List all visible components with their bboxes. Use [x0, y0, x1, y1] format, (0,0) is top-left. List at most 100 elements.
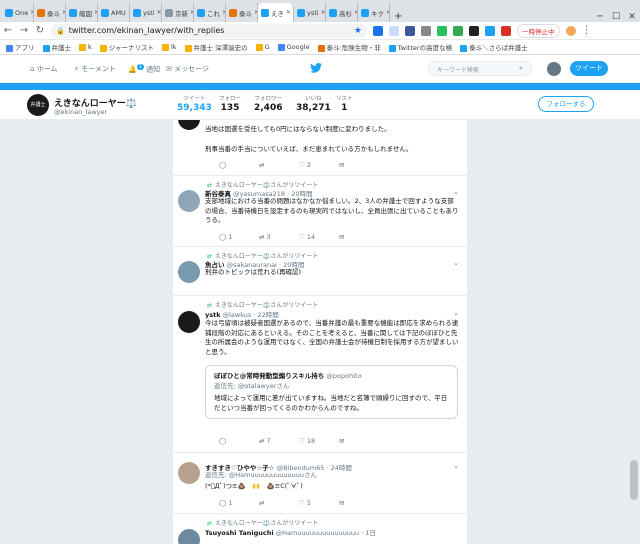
bookmark-item[interactable]: 弁護士 [42, 42, 71, 52]
address-bar[interactable]: 🔒 twitter.com/ekinan_lawyer/with_replies… [51, 23, 367, 38]
menu-icon[interactable]: ⋮ [582, 25, 592, 36]
browser-tab[interactable]: キク✕ [358, 3, 390, 22]
browser-tab-active[interactable]: えき ✕ [258, 3, 294, 22]
bookmark-item[interactable]: Twitterの高度な検 [388, 42, 452, 52]
bookmark-item[interactable]: G [255, 43, 270, 51]
browser-tab[interactable]: 泰斗✕ [34, 3, 66, 22]
tweet-item[interactable]: 当地は国選を受任しても0円にはならない制度に変わりました。 刑事当番の手当につい… [173, 120, 467, 176]
chevron-down-icon[interactable]: ⌄ [453, 462, 459, 470]
browser-tab[interactable]: ysti ✕ [294, 3, 326, 22]
browser-tab[interactable]: ysti ✕ [130, 3, 162, 22]
window-close-icon[interactable]: ✕ [624, 12, 640, 22]
like-icon[interactable]: ♡ 18 [299, 437, 339, 445]
extension-icon[interactable] [373, 25, 383, 36]
bookmark-item[interactable]: 泰斗:危険生物・非 [317, 42, 381, 52]
like-icon[interactable]: ♡ 5 [299, 499, 339, 507]
browser-tab[interactable]: 泰斗✕ [226, 3, 258, 22]
like-icon[interactable]: ♡ 2 [299, 161, 339, 169]
bookmark-item[interactable]: k [79, 43, 92, 51]
like-icon[interactable]: ♡ 14 [299, 233, 339, 241]
scrollbar-thumb[interactable] [630, 460, 638, 500]
avatar[interactable] [178, 529, 200, 544]
browser-tab[interactable]: AMU✕ [98, 3, 130, 22]
facebook-icon[interactable] [405, 25, 415, 36]
sync-paused-button[interactable]: 一時停止中 [517, 23, 560, 38]
extension-icon[interactable] [453, 25, 463, 36]
stat-tweets[interactable]: ツイート 59,343 [177, 94, 212, 113]
forward-icon[interactable]: → [19, 25, 29, 36]
nav-moments[interactable]: ⚡ モーメント [74, 64, 116, 74]
nav-notifications[interactable]: 🔔 1 通知 [128, 64, 160, 74]
extension-icon[interactable] [485, 25, 495, 36]
search-icon[interactable]: ⌕ [519, 64, 523, 73]
browser-tab[interactable]: これ✕ [194, 3, 226, 22]
bookmark-item[interactable]: アプリ [6, 42, 35, 52]
tweet-item[interactable]: ⇄ えきなんローヤー⚖️さんがリツイート ystk @lawkus · 22時間 … [173, 297, 467, 453]
close-icon[interactable]: ✕ [157, 9, 161, 16]
minimize-icon[interactable]: ─ [592, 12, 608, 22]
dm-icon[interactable]: ✉ [339, 499, 379, 507]
profile-avatar-icon[interactable] [565, 25, 576, 36]
new-tab-button[interactable]: + [390, 11, 406, 22]
back-icon[interactable]: ← [3, 25, 13, 36]
tweet-item[interactable]: すきすき♡ひやや☆子☆ @Bibendum65 · 24時間 ⌄ 返信先: @H… [173, 454, 467, 514]
url-text[interactable]: twitter.com/ekinan_lawyer/with_replies [69, 26, 225, 35]
chevron-down-icon[interactable]: ⌄ [453, 259, 459, 267]
nav-home[interactable]: ⌂ ホーム [30, 64, 57, 74]
quoted-tweet[interactable]: ぼぼひと@常時発動型煽りスキル持ち @popohito 返信先: @otalaw… [205, 365, 458, 419]
reply-icon[interactable]: ◯ 1 [219, 233, 259, 241]
retweet-icon[interactable]: ⇄ [259, 161, 299, 169]
bookmark-item[interactable]: ジャーナリスト [99, 42, 154, 52]
bookmark-item[interactable]: Google [277, 43, 310, 51]
extension-icon[interactable] [469, 25, 479, 36]
reply-icon[interactable]: ◯ 1 [219, 499, 259, 507]
bookmark-item[interactable]: 泰斗＼さらば弁護士 [460, 42, 528, 52]
chevron-down-icon[interactable]: ⌄ [453, 309, 459, 317]
bookmark-star-icon[interactable]: ★ [354, 26, 362, 36]
profile-handle[interactable]: @ekinan_lawyer [54, 108, 107, 116]
avatar[interactable] [178, 261, 200, 283]
browser-tab[interactable]: 縮図✕ [66, 3, 98, 22]
extension-icon[interactable] [389, 25, 399, 36]
chevron-down-icon[interactable]: ⌄ [453, 188, 459, 196]
tweet-item[interactable]: ⇄ えきなんローヤー⚖️さんがリツイート 魚占い @sakanauranai · … [173, 248, 467, 296]
retweet-icon[interactable]: ⇄ 3 [259, 233, 299, 241]
profile-avatar[interactable]: 弁護士 [27, 94, 49, 116]
maximize-icon[interactable]: ☐ [608, 12, 624, 22]
follow-button[interactable]: フォローする [538, 96, 594, 112]
twitter-bird-icon[interactable] [310, 63, 322, 73]
reload-icon[interactable]: ↻ [35, 25, 45, 36]
search-input[interactable]: キーワード検索 [428, 61, 532, 76]
stat-followers[interactable]: フォロワー 2,406 [254, 94, 282, 113]
avatar[interactable] [178, 190, 200, 212]
avatar[interactable] [178, 311, 200, 333]
tweet-button[interactable]: ツイート [570, 61, 608, 76]
stat-following[interactable]: フォロー 135 [219, 94, 241, 113]
tweet-item[interactable]: ⇄ えきなんローヤー⚖️さんがリツイート Tsuyoshi Taniguchi @… [173, 515, 467, 544]
avatar[interactable] [547, 62, 561, 76]
bookmark-item[interactable]: 弁護士 深澤諭史の [184, 42, 248, 52]
reply-icon[interactable]: ◯ [219, 161, 259, 169]
stat-lists[interactable]: リスト 1 [336, 94, 353, 113]
browser-tab[interactable]: One✕ [2, 3, 34, 22]
close-icon[interactable]: ✕ [321, 9, 325, 16]
tweet-item[interactable]: ⇄ えきなんローヤー⚖️さんがリツイート 新谷泰真 @yasumasa218 · … [173, 177, 467, 247]
bookmark-item[interactable]: lk [161, 43, 177, 51]
evernote-icon[interactable] [437, 25, 447, 36]
browser-tab[interactable]: 高杉✕ [326, 3, 358, 22]
avatar[interactable] [178, 120, 200, 130]
retweet-icon[interactable]: ⇄ 7 [259, 437, 299, 445]
close-icon[interactable]: ✕ [286, 9, 291, 16]
browser-tab[interactable]: 京新✕ [162, 3, 194, 22]
reply-to[interactable]: 返信先: @Hamuuuuuuuuuuuuuさん [205, 471, 459, 481]
dm-icon[interactable]: ✉ [339, 233, 379, 241]
extension-icon[interactable] [501, 25, 511, 36]
nav-messages[interactable]: ✉ メッセージ [166, 64, 209, 74]
dm-icon[interactable]: ✉ [339, 161, 379, 169]
retweet-icon[interactable]: ⇄ [259, 499, 299, 507]
avatar[interactable] [178, 462, 200, 484]
reply-icon[interactable]: ◯ [219, 437, 259, 445]
dm-icon[interactable]: ✉ [339, 437, 379, 445]
extension-icon[interactable] [421, 25, 431, 36]
stat-likes[interactable]: いいね 38,271 [296, 94, 331, 113]
